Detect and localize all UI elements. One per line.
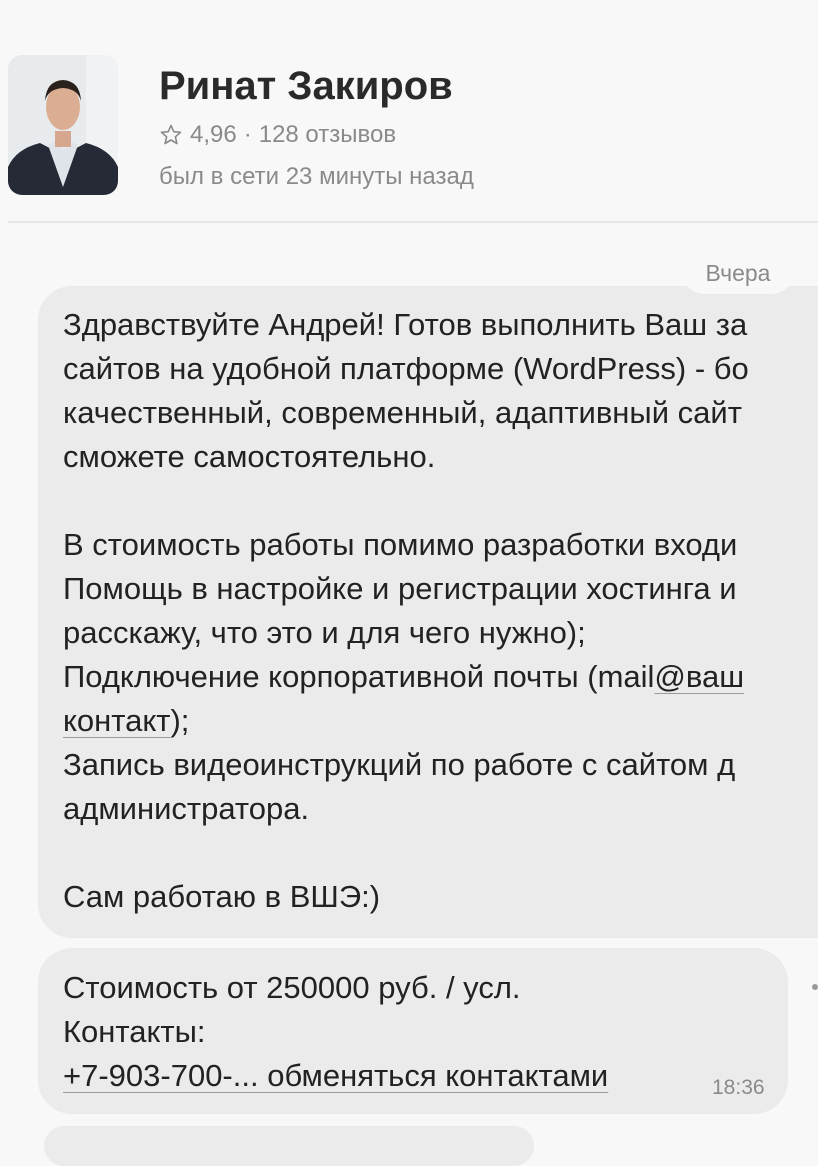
date-separator: Вчера bbox=[683, 252, 793, 294]
exchange-contacts-link[interactable]: +7-903-700-... обменяться контактами bbox=[63, 1054, 608, 1098]
message-line: администратора. bbox=[63, 791, 310, 826]
message-line: Помощь в настройке и регистрации хостинг… bbox=[63, 571, 737, 606]
message-line: сможете самостоятельно. bbox=[63, 439, 436, 474]
message-line: В стоимость работы помимо разработки вхо… bbox=[63, 527, 738, 562]
profile-name[interactable]: Ринат Закиров bbox=[159, 64, 453, 109]
header-divider bbox=[8, 221, 818, 223]
price-line: Стоимость от 250000 руб. / усл. bbox=[63, 970, 521, 1005]
rating-separator: · bbox=[243, 121, 252, 148]
message-line: Запись видеоинструкций по работе с сайто… bbox=[63, 747, 736, 782]
message-line: Подключение корпоративной почты (mail@ва… bbox=[63, 655, 744, 699]
rating-row: 4,96 · 128 отзывов bbox=[159, 120, 396, 150]
avatar[interactable] bbox=[8, 55, 118, 195]
message-line: контакт); bbox=[63, 699, 189, 743]
contact-link[interactable]: контакт bbox=[63, 703, 170, 738]
message-status-icon bbox=[812, 984, 818, 990]
message-line: расскажу, что это и для чего нужно); bbox=[63, 615, 586, 650]
contacts-label: Контакты: bbox=[63, 1014, 206, 1049]
message-line: качественный, современный, адаптивный са… bbox=[63, 395, 742, 430]
profile-header: Ринат Закиров 4,96 · 128 отзывов был в с… bbox=[0, 0, 818, 222]
message-line: Сам работаю в ВШЭ:) bbox=[63, 879, 381, 914]
message-text: ); bbox=[170, 703, 190, 738]
last-seen-status: был в сети 23 минуты назад bbox=[159, 163, 474, 190]
email-link[interactable]: @ваш bbox=[654, 659, 744, 694]
rating-value: 4,96 bbox=[190, 121, 237, 148]
message-bubble: Стоимость от 250000 руб. / усл. Контакты… bbox=[38, 948, 788, 1114]
message-line: сайтов на удобной платформе (WordPress) … bbox=[63, 351, 749, 386]
message-line: Здравствуйте Андрей! Готов выполнить Ваш… bbox=[63, 307, 748, 342]
reviews-link[interactable]: 128 отзывов bbox=[259, 121, 396, 149]
message-bubble: Здравствуйте Андрей! Готов выполнить Ваш… bbox=[38, 286, 818, 938]
message-bubble bbox=[44, 1126, 534, 1166]
message-time: 18:36 bbox=[712, 1076, 765, 1099]
message-text: Подключение корпоративной почты (mail bbox=[63, 659, 655, 694]
star-outline-icon bbox=[160, 124, 182, 145]
